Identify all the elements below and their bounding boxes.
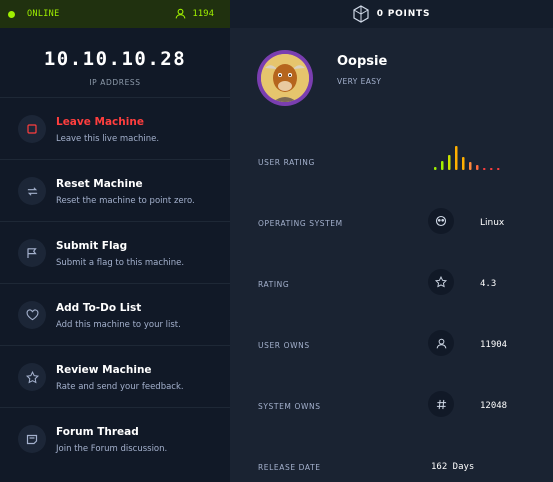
user-owns-label: USER OWNS: [258, 341, 310, 350]
points-bar: 0 POINTS: [230, 0, 553, 28]
htb-logo-icon: [353, 5, 369, 23]
action-title: Add To-Do List: [56, 302, 142, 314]
status-label: ONLINE: [27, 9, 60, 19]
rating-bar: [497, 168, 500, 170]
rating-bar: [469, 162, 472, 170]
release-date-value: 162 Days: [431, 462, 475, 472]
action-title: Forum Thread: [56, 426, 139, 438]
rating-label: RATING: [258, 280, 290, 289]
rating-bar: [441, 161, 444, 170]
forum-thread-button[interactable]: Forum Thread Join the Forum discussion.: [0, 408, 230, 470]
action-description: Leave this live machine.: [56, 134, 160, 144]
os-value: Linux: [480, 218, 505, 228]
action-description: Submit a flag to this machine.: [56, 258, 185, 268]
rating-bar: [455, 146, 458, 170]
rating-bar: [462, 157, 465, 170]
user-icon: [428, 330, 454, 356]
machine-avatar: [257, 50, 313, 106]
rating-bar: [483, 168, 486, 170]
oopsie-logo-icon: [261, 54, 309, 102]
flag-icon: [18, 239, 46, 267]
ip-address-block: 10.10.10.28 IP ADDRESS: [0, 28, 230, 98]
submit-flag-button[interactable]: Submit Flag Submit a flag to this machin…: [0, 222, 230, 284]
players-count: 1194: [192, 8, 214, 19]
ip-address[interactable]: 10.10.10.28: [0, 48, 230, 70]
action-title: Review Machine: [56, 364, 152, 376]
rating-bar: [476, 165, 479, 170]
reset-machine-button[interactable]: Reset Machine Reset the machine to point…: [0, 160, 230, 222]
machine-info-panel: 0 POINTS Oopsie VERY EASY USER RATING OP…: [230, 0, 553, 482]
add-todo-button[interactable]: Add To-Do List Add this machine to your …: [0, 284, 230, 346]
release-date-label: RELEASE DATE: [258, 463, 321, 472]
os-label: OPERATING SYSTEM: [258, 219, 343, 228]
star-icon: [18, 363, 46, 391]
points-label: 0 POINTS: [376, 9, 431, 19]
difficulty-label: VERY EASY: [337, 77, 382, 86]
players-online: 1194: [175, 8, 214, 19]
action-description: Rate and send your feedback.: [56, 382, 184, 392]
rating-value: 4.3: [480, 279, 497, 289]
review-machine-button[interactable]: Review Machine Rate and send your feedba…: [0, 346, 230, 408]
action-description: Add this machine to your list.: [56, 320, 181, 330]
hash-icon: [428, 391, 454, 417]
rating-bar: [490, 168, 493, 170]
machine-actions-panel: ONLINE 1194 10.10.10.28 IP ADDRESS Leave…: [0, 0, 230, 482]
linux-icon: [428, 208, 454, 234]
user-rating-label: USER RATING: [258, 158, 315, 167]
action-description: Join the Forum discussion.: [56, 444, 168, 454]
user-owns-value: 11904: [480, 340, 508, 350]
star-icon: [428, 269, 454, 295]
forum-icon: [18, 425, 46, 453]
ip-address-label: IP ADDRESS: [89, 78, 141, 87]
heart-icon: [18, 301, 46, 329]
action-description: Reset the machine to point zero.: [56, 196, 195, 206]
action-title: Reset Machine: [56, 178, 143, 190]
system-owns-label: SYSTEM OWNS: [258, 402, 321, 411]
leave-machine-button[interactable]: Leave Machine Leave this live machine.: [0, 98, 230, 160]
action-title: Submit Flag: [56, 240, 128, 252]
rating-bar: [434, 167, 437, 170]
rating-bar: [448, 155, 451, 170]
reset-icon: [18, 177, 46, 205]
user-icon: [175, 8, 186, 19]
system-owns-value: 12048: [480, 401, 508, 411]
action-title: Leave Machine: [56, 116, 144, 128]
stop-icon: [18, 115, 46, 143]
user-rating-bars: [434, 146, 500, 170]
machine-name: Oopsie: [337, 54, 388, 69]
online-status-dot: [8, 10, 15, 18]
status-bar: ONLINE 1194: [0, 0, 230, 28]
